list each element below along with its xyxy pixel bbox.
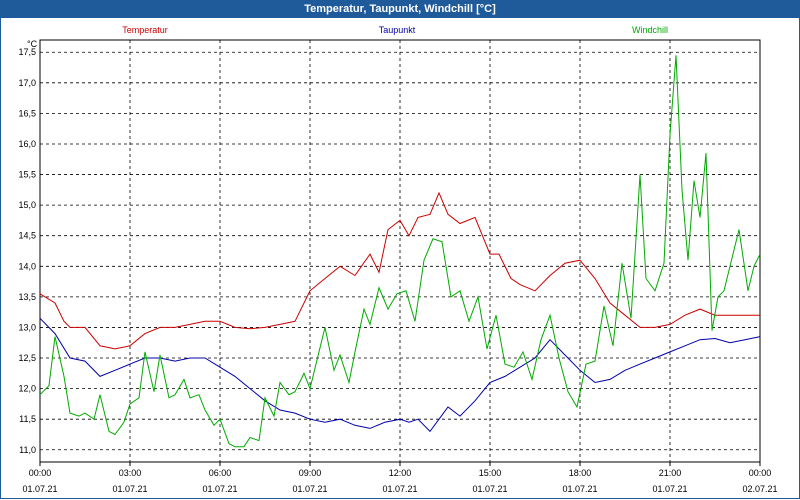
line-chart: 11,0 11,5 12,0 12,5 13,0 13,5 14,0 14,5 15,0 15,5… [18, 25, 778, 494]
y-tick-label: 16,5 [18, 108, 36, 118]
y-tick-label: 12,0 [18, 384, 36, 394]
legend: Temperatur Taupunkt Windchill [122, 25, 668, 35]
x-tick-time: 00:00 [749, 468, 772, 478]
y-tick-label: 16,0 [18, 139, 36, 149]
y-tick-label: 15,5 [18, 170, 36, 180]
x-tick-date: 01.07.21 [562, 484, 597, 494]
x-tick-time: 03:00 [119, 468, 142, 478]
y-tick-label: 13,5 [18, 292, 36, 302]
legend-windchill: Windchill [632, 25, 668, 35]
x-tick-time: 06:00 [209, 468, 232, 478]
x-tick-date: 01.07.21 [652, 484, 687, 494]
y-tick-label: 13,0 [18, 322, 36, 332]
legend-temperatur: Temperatur [122, 25, 168, 35]
y-tick-label: 14,5 [18, 231, 36, 241]
grid [39, 39, 761, 463]
y-tick-label: 12,5 [18, 353, 36, 363]
x-tick-date: 01.07.21 [202, 484, 237, 494]
y-tick-label: 17,0 [18, 78, 36, 88]
legend-taupunkt: Taupunkt [379, 25, 416, 35]
x-tick-time: 15:00 [479, 468, 502, 478]
x-tick-date: 02.07.21 [742, 484, 777, 494]
x-tick-date: 01.07.21 [472, 484, 507, 494]
x-axis-ticks: 00:00 01.07.21 03:00 01.07.21 06:00 01.07.21 0… [22, 462, 778, 494]
x-tick-time: 09:00 [299, 468, 322, 478]
x-tick-date: 01.07.21 [382, 484, 417, 494]
y-axis-ticks: 11,0 11,5 12,0 12,5 13,0 13,5 14,0 14,5 15,0 15,5… [18, 47, 36, 455]
x-tick-date: 01.07.21 [22, 484, 57, 494]
x-tick-time: 18:00 [569, 468, 592, 478]
y-tick-label: 15,0 [18, 200, 36, 210]
y-axis-label: °C [27, 39, 38, 49]
y-tick-label: 14,0 [18, 261, 36, 271]
x-tick-time: 21:00 [659, 468, 682, 478]
y-tick-label: 11,0 [19, 445, 36, 455]
x-tick-date: 01.07.21 [112, 484, 147, 494]
x-tick-date: 01.07.21 [292, 484, 327, 494]
x-tick-time: 00:00 [29, 468, 52, 478]
y-tick-label: 11,5 [19, 414, 36, 424]
x-tick-time: 12:00 [389, 468, 412, 478]
